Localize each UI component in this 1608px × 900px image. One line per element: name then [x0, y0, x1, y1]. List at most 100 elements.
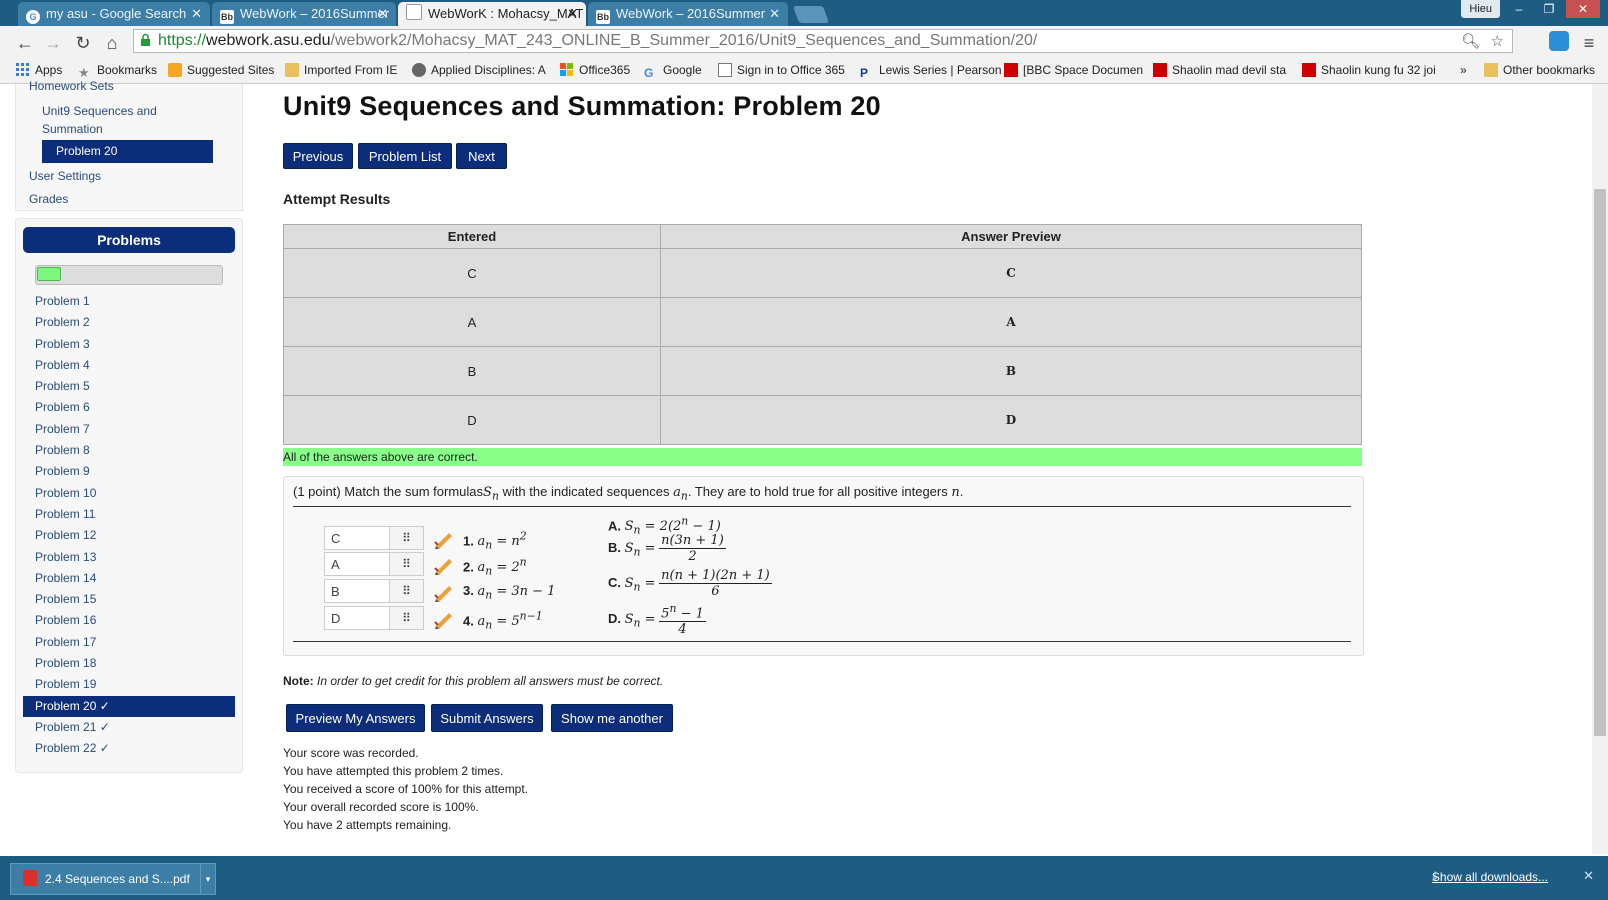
download-item[interactable]: 2.4 Sequences and S....pdf ▾ — [10, 863, 216, 895]
problem-list-item[interactable]: Problem 14 — [23, 568, 235, 589]
forward-arrow-icon[interactable]: → — [42, 32, 64, 54]
user-settings-link[interactable]: User Settings — [29, 169, 101, 183]
problem-list-item[interactable]: Problem 15 — [23, 589, 235, 610]
pencil-icon[interactable] — [433, 609, 455, 629]
bookmark-label: Other bookmarks — [1503, 63, 1596, 77]
bookmark-other-bookmarks[interactable]: Other bookmarks — [1484, 62, 1595, 78]
bookmark-google[interactable]: G Google — [644, 62, 702, 80]
entered-cell: D — [283, 395, 661, 445]
problem-list-item[interactable]: Problem 5 — [23, 376, 235, 397]
homework-sets-link[interactable]: Homework Sets — [29, 79, 114, 93]
bookmark-shaolin-kung-fu[interactable]: Shaolin kung fu 32 joi — [1302, 62, 1436, 78]
page-icon — [406, 4, 422, 20]
minimize-icon[interactable]: ‒ — [1504, 0, 1534, 18]
close-icon[interactable]: ✕ — [377, 2, 388, 26]
tab-strip: Gmy asu - Google Search ✕ Bb WebWork – 201… — [0, 0, 1608, 26]
close-window-icon[interactable]: ✕ — [1566, 0, 1600, 18]
problem-list-item[interactable]: Problem 18 — [23, 653, 235, 674]
back-arrow-icon[interactable]: ← — [14, 32, 36, 54]
problem-list-item[interactable]: Problem 21 ✓ — [23, 717, 235, 738]
problem-list-item[interactable]: Problem 13 — [23, 547, 235, 568]
url-host: webwork.asu.edu — [206, 32, 331, 49]
grid-picker-icon[interactable]: ⠿ — [390, 552, 424, 576]
restore-icon[interactable]: ❐ — [1534, 0, 1564, 18]
answer-input-2[interactable]: A — [324, 552, 390, 576]
close-icon[interactable]: ✕ — [567, 2, 578, 26]
pencil-icon[interactable] — [433, 555, 455, 575]
vertical-scrollbar[interactable] — [1592, 84, 1608, 854]
problem-list-item[interactable]: Problem 22 ✓ — [23, 738, 235, 759]
next-button[interactable]: Next — [456, 143, 507, 169]
google-icon: G — [644, 66, 654, 80]
option-b: B. Sn = n(3n + 1) 2 — [608, 533, 726, 564]
problem-list-item[interactable]: Problem 11 — [23, 504, 235, 525]
bookmark-pearson[interactable]: P Lewis Series | Pearson — [860, 62, 1002, 80]
problem-list-item[interactable]: Problem 20 ✓ — [23, 695, 235, 717]
close-icon[interactable]: ✕ — [191, 2, 202, 26]
previous-button[interactable]: Previous — [283, 143, 353, 169]
preview-answers-button[interactable]: Preview My Answers — [286, 704, 425, 732]
star-icon[interactable]: ☆ — [1491, 32, 1504, 50]
answer-input-1[interactable]: C — [324, 526, 390, 550]
answer-input-3[interactable]: B — [324, 579, 390, 603]
problem-list-item[interactable]: Problem 4 — [23, 355, 235, 376]
pencil-icon[interactable] — [433, 529, 455, 549]
profile-button[interactable]: Hieu — [1461, 0, 1500, 18]
attempt-results-title: Attempt Results — [283, 191, 391, 207]
problem-list-button[interactable]: Problem List — [358, 143, 452, 169]
bookmark-applied-disciplines[interactable]: Applied Disciplines: A — [412, 62, 546, 78]
problem-list-item[interactable]: Problem 9 — [23, 461, 235, 482]
problem-list-item[interactable]: Problem 1 — [23, 291, 235, 312]
bookmark-bookmarks[interactable]: ★ Bookmarks — [78, 62, 158, 80]
chevron-down-icon[interactable]: ▾ — [200, 864, 215, 894]
submit-answers-button[interactable]: Submit Answers — [431, 704, 543, 732]
bookmark-bbc-space[interactable]: [BBC Space Documen — [1004, 62, 1143, 78]
answer-input-4[interactable]: D — [324, 606, 390, 630]
question-number: 2. — [463, 559, 474, 575]
new-tab-button[interactable] — [792, 6, 830, 23]
set-link[interactable]: Unit9 Sequences and Summation — [42, 102, 192, 138]
problem-list-item[interactable]: Problem 7 — [23, 419, 235, 440]
show-another-button[interactable]: Show me another — [551, 704, 673, 732]
problem-intro-suffix: . They are to hold true for all positive… — [687, 484, 952, 499]
show-all-downloads-link[interactable]: Show all downloads... — [1432, 870, 1548, 884]
onedrive-extension-icon[interactable] — [1549, 31, 1569, 51]
bookmarks-overflow-button[interactable]: » — [1460, 62, 1467, 78]
problem-list-item[interactable]: Problem 10 — [23, 483, 235, 504]
problem-list-item[interactable]: Problem 12 — [23, 525, 235, 546]
reload-icon[interactable]: ↻ — [72, 32, 94, 54]
bookmark-label: Bookmarks — [97, 63, 158, 77]
home-icon[interactable]: ⌂ — [101, 32, 123, 54]
grades-link[interactable]: Grades — [29, 192, 68, 206]
close-icon[interactable]: ✕ — [1583, 868, 1594, 884]
scrollbar-thumb[interactable] — [1594, 189, 1606, 736]
bookmark-sign-in-office[interactable]: Sign in to Office 365 — [718, 62, 845, 78]
zoom-icon[interactable]: 🔍︎ — [1461, 32, 1480, 50]
current-problem-link[interactable]: Problem 20 — [42, 140, 213, 163]
bookmark-suggested-sites[interactable]: Suggested Sites — [168, 62, 274, 78]
problem-list-item[interactable]: Problem 19 — [23, 674, 235, 695]
tab-webwork-problem[interactable]: WebWorK : Mohacsy_MAT ✕ — [398, 2, 586, 26]
problem-list-item[interactable]: Problem 16 — [23, 610, 235, 631]
menu-icon[interactable]: ≡ — [1578, 32, 1600, 54]
tab-webwork-summer-2[interactable]: Bb WebWork – 2016Summer ✕ — [588, 2, 788, 26]
bookmark-shaolin-mad-devil[interactable]: Shaolin mad devil sta — [1153, 62, 1286, 78]
address-bar[interactable]: https://webwork.asu.edu/webwork2/Mohacsy… — [133, 29, 1513, 53]
problem-list-item[interactable]: Problem 3 — [23, 334, 235, 355]
option-label: B. — [608, 539, 621, 555]
bookmark-apps[interactable]: Apps — [16, 62, 62, 78]
pencil-icon[interactable] — [433, 582, 455, 602]
entered-cell: A — [283, 297, 661, 347]
problem-list-item[interactable]: Problem 8 — [23, 440, 235, 461]
problem-list-item[interactable]: Problem 17 — [23, 632, 235, 653]
grid-picker-icon[interactable]: ⠿ — [390, 579, 424, 603]
grid-picker-icon[interactable]: ⠿ — [390, 526, 424, 550]
problem-list-item[interactable]: Problem 6 — [23, 397, 235, 418]
grid-picker-icon[interactable]: ⠿ — [390, 606, 424, 630]
tab-google-search[interactable]: Gmy asu - Google Search ✕ — [18, 2, 210, 26]
tab-webwork-summer-1[interactable]: Bb WebWork – 2016Summer ✕ — [212, 2, 396, 26]
problem-list-item[interactable]: Problem 2 — [23, 312, 235, 333]
bookmark-imported-from-ie[interactable]: Imported From IE — [285, 62, 397, 78]
close-icon[interactable]: ✕ — [769, 2, 780, 26]
bookmark-office365[interactable]: Office365 — [560, 62, 630, 78]
